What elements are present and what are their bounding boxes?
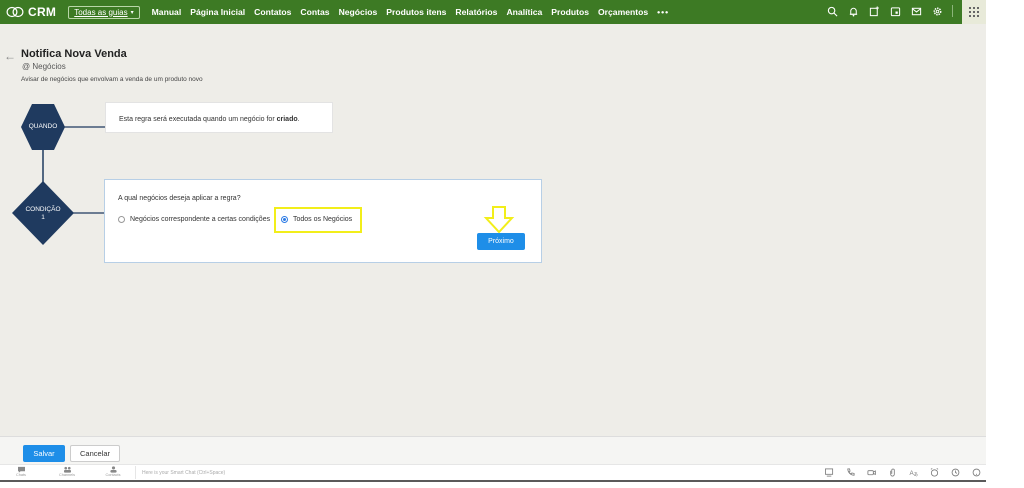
nav-more-button[interactable]: ••• xyxy=(657,7,669,17)
nav-product-items[interactable]: Produtos itens xyxy=(386,7,446,17)
all-tabs-dropdown[interactable]: Todas as guias ▾ xyxy=(68,5,140,19)
chat-tab-label: Chats xyxy=(16,473,26,477)
next-button[interactable]: Próximo xyxy=(477,233,525,250)
screen-share-icon[interactable] xyxy=(823,467,835,477)
radio-option-conditions-label: Negócios correspondente a certas condiçõ… xyxy=(130,216,271,223)
apps-grid-icon[interactable] xyxy=(962,0,986,24)
radio-option-conditions[interactable]: Negócios correspondente a certas condiçõ… xyxy=(118,216,270,223)
window-bottom-edge xyxy=(0,480,986,482)
nav-links: Manual Página Inicial Contatos Contas Ne… xyxy=(152,7,670,17)
caret-down-icon: ▾ xyxy=(130,9,134,16)
top-nav-bar: CRM Todas as guias ▾ Manual Página Inici… xyxy=(0,0,986,24)
add-record-icon[interactable] xyxy=(868,5,880,17)
chat-tab-chats[interactable]: Chats xyxy=(6,466,36,477)
help-icon[interactable] xyxy=(970,467,982,477)
nav-products[interactable]: Produtos xyxy=(551,7,589,17)
contact-person-icon xyxy=(109,466,117,473)
nav-contacts[interactable]: Contatos xyxy=(254,7,291,17)
nav-deals[interactable]: Negócios xyxy=(339,7,378,17)
top-icons xyxy=(826,4,976,18)
highlight-annotation xyxy=(274,207,362,233)
search-icon[interactable] xyxy=(826,5,838,17)
all-tabs-label: Todas as guias xyxy=(74,7,128,17)
video-call-icon[interactable] xyxy=(865,467,877,477)
when-text-end: . xyxy=(297,116,300,123)
module-label: @ Negócios xyxy=(22,62,66,71)
phone-icon[interactable] xyxy=(844,467,856,477)
calendar-icon[interactable] xyxy=(889,5,901,17)
app-name: CRM xyxy=(28,5,57,19)
translate-icon[interactable]: Aあ xyxy=(907,467,919,477)
down-arrow-annotation-icon xyxy=(483,206,515,234)
condition-question: A qual negócios deseja aplicar a regra? xyxy=(118,195,241,202)
chat-tab-channels[interactable]: Channels xyxy=(52,466,82,477)
nav-analytics[interactable]: Analítica xyxy=(506,7,542,17)
right-margin xyxy=(986,24,1024,488)
crm-logo[interactable]: CRM xyxy=(6,5,56,19)
when-trigger-card[interactable]: Esta regra será executada quando um negó… xyxy=(105,102,333,133)
footer-actions: Salvar Cancelar xyxy=(0,436,986,464)
save-button[interactable]: Salvar xyxy=(23,445,65,462)
attachment-icon[interactable] xyxy=(886,467,898,477)
history-clock-icon[interactable] xyxy=(949,467,961,477)
back-arrow-icon[interactable]: ← xyxy=(4,49,16,63)
chat-tab-label: Contacts xyxy=(105,473,121,477)
when-node-label: QUANDO xyxy=(28,123,58,130)
condition-node-title: CONDIÇÃO xyxy=(25,206,61,213)
mail-icon[interactable] xyxy=(910,5,922,17)
page-title: Notifica Nova Venda xyxy=(21,48,127,60)
nav-divider xyxy=(952,5,953,17)
channels-icon xyxy=(63,466,71,473)
alarm-icon[interactable] xyxy=(928,467,940,477)
crm-logo-icon xyxy=(6,6,24,18)
condition-card: A qual negócios deseja aplicar a regra? … xyxy=(104,179,542,263)
when-text: Esta regra será executada quando um negó… xyxy=(119,116,277,123)
workflow-rule-canvas: ← Notifica Nova Venda @ Negócios Avisar … xyxy=(0,24,986,436)
chat-tool-icons: Aあ xyxy=(823,467,982,477)
rule-description: Avisar de negócios que envolvam a venda … xyxy=(21,76,203,83)
condition-node-label: CONDIÇÃO 1 xyxy=(14,206,72,222)
nav-manual[interactable]: Manual xyxy=(152,7,182,17)
nav-quotes[interactable]: Orçamentos xyxy=(598,7,648,17)
chat-bubble-icon xyxy=(17,466,25,473)
bell-icon[interactable] xyxy=(847,5,859,17)
nav-home[interactable]: Página Inicial xyxy=(190,7,245,17)
nav-reports[interactable]: Relatórios xyxy=(455,7,497,17)
radio-unchecked[interactable] xyxy=(118,216,125,223)
nav-accounts[interactable]: Contas xyxy=(300,7,329,17)
smart-chat-input[interactable]: Here is your Smart Chat (Ctrl+Space) xyxy=(135,466,795,479)
smart-chat-bar: Chats Channels Contacts Here is your Sma… xyxy=(0,464,986,480)
settings-gear-icon[interactable] xyxy=(931,5,943,17)
cancel-button[interactable]: Cancelar xyxy=(70,445,120,462)
svg-text:あ: あ xyxy=(913,472,918,477)
condition-node-number: 1 xyxy=(41,214,45,221)
when-trigger-action: criado xyxy=(276,116,298,123)
chat-tab-contacts[interactable]: Contacts xyxy=(98,466,128,477)
chat-tab-label: Channels xyxy=(58,473,76,477)
